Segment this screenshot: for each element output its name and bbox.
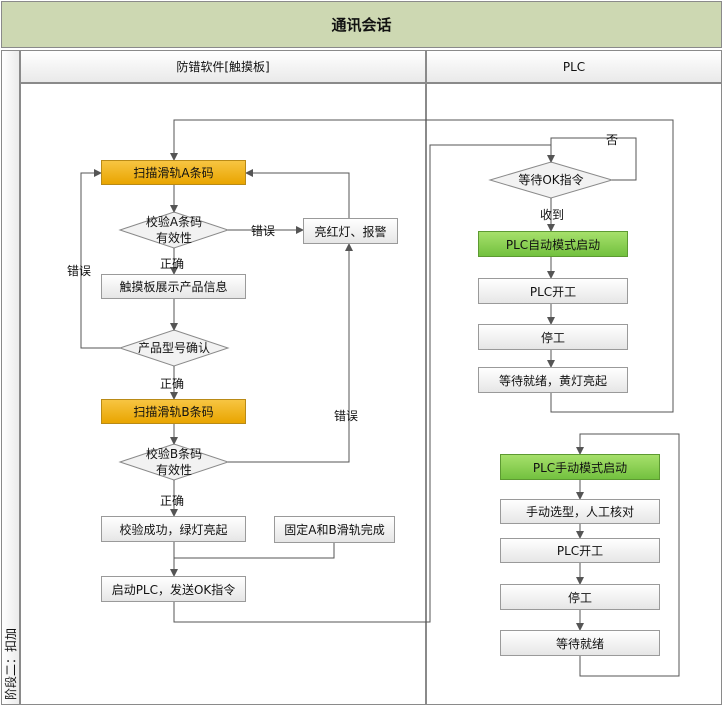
manual-select-node: 手动选型，人工核对	[500, 499, 660, 524]
edge-label-error-3: 错误	[334, 409, 359, 423]
verify-a-label-line-1: 校验A条码	[145, 215, 203, 229]
plc-manual-node: PLC手动模式启动	[500, 454, 660, 480]
edge-verify-b-to-alarm	[228, 243, 353, 463]
scan-a-node: 扫描滑轨A条码	[101, 160, 246, 185]
verify-a-label: 校验A条码有效性	[120, 212, 228, 248]
alarm-node: 亮红灯、报警	[303, 218, 398, 244]
edge-label-error-2: 错误	[67, 264, 92, 278]
verify-ok-node: 校验成功，绿灯亮起	[101, 516, 246, 542]
verify-b-label-line-2: 有效性	[155, 463, 192, 477]
start-plc-node: 启动PLC，发送OK指令	[101, 576, 246, 602]
stop-1-node: 停工	[478, 324, 628, 350]
edge-alarm-to-scan-a	[245, 169, 350, 218]
plc-start-2-node: PLC开工	[500, 538, 660, 563]
plc-start-1-node: PLC开工	[478, 278, 628, 304]
verify-b-label: 校验B条码有效性	[120, 444, 228, 480]
scan-b-node: 扫描滑轨B条码	[101, 399, 246, 424]
show-info-node: 触摸板展示产品信息	[101, 274, 246, 299]
verify-a-label-line-2: 有效性	[155, 231, 192, 245]
wait-ready-node: 等待就绪	[500, 630, 660, 656]
flowchart-canvas: 通讯会话 阶段二：扣加 防错软件[触摸板] PLC 扫描滑轨A条码 校验A条码 …	[0, 0, 724, 711]
edge-label-correct-1: 正确	[160, 257, 185, 271]
wait-ready-yellow-node: 等待就绪，黄灯亮起	[478, 367, 628, 393]
edge-label-received: 收到	[540, 208, 565, 222]
edge-label-correct-2: 正确	[160, 377, 185, 391]
wait-ok-label: 等待OK指令	[518, 173, 584, 187]
edge-label-correct-3: 正确	[160, 494, 185, 508]
verify-b-label-line-1: 校验B条码	[145, 447, 203, 461]
stop-2-node: 停工	[500, 584, 660, 610]
edge-label-error-1: 错误	[251, 224, 276, 238]
fixed-node: 固定A和B滑轨完成	[274, 516, 395, 543]
confirm-model-label: 产品型号确认	[137, 341, 210, 355]
edge-confirm-to-scan-a	[80, 169, 120, 349]
edge-fixed-to-start-plc	[174, 543, 335, 559]
edge-label-no: 否	[606, 133, 619, 147]
plc-auto-node: PLC自动模式启动	[478, 231, 628, 257]
